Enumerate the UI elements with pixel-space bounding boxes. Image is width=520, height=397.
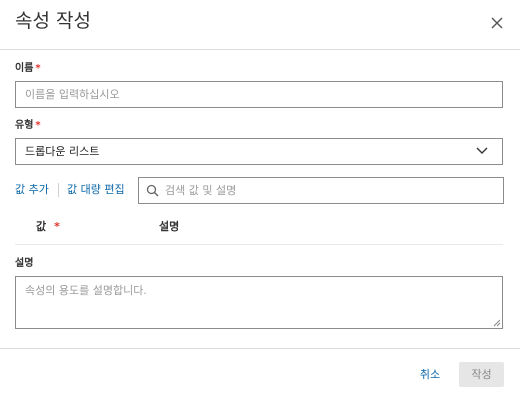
create-attribute-dialog: 속성 작성 이름 * 이름을 입력하십시오 유형 * 드롭다운 리스트 값 추가 값… bbox=[0, 0, 520, 397]
toolbar-divider bbox=[58, 183, 59, 197]
search-icon bbox=[146, 184, 159, 197]
type-select[interactable]: 드롭다운 리스트 bbox=[15, 138, 503, 165]
resize-grip-icon[interactable] bbox=[493, 319, 501, 327]
name-label: 이름 * bbox=[15, 62, 41, 76]
dialog-header: 속성 작성 bbox=[0, 0, 520, 50]
name-input[interactable]: 이름을 입력하십시오 bbox=[15, 81, 503, 108]
value-search-placeholder: 검색 값 및 설명 bbox=[165, 184, 237, 197]
column-header-value-text: 값 bbox=[36, 220, 47, 233]
value-search-input[interactable]: 검색 값 및 설명 bbox=[138, 177, 504, 204]
type-label-text: 유형 bbox=[15, 120, 34, 131]
add-value-link[interactable]: 값 추가 bbox=[15, 183, 49, 197]
description-textarea[interactable]: 속성의 용도를 설명합니다. bbox=[15, 276, 503, 329]
description-placeholder: 속성의 용도를 설명합니다. bbox=[25, 284, 147, 297]
chevron-down-icon bbox=[476, 147, 488, 154]
required-marker: * bbox=[35, 63, 41, 74]
name-label-text: 이름 bbox=[15, 63, 34, 74]
column-header-value: 값 * bbox=[36, 220, 60, 234]
required-marker: * bbox=[54, 220, 60, 233]
cancel-button[interactable]: 취소 bbox=[411, 362, 449, 387]
close-button[interactable] bbox=[488, 14, 506, 32]
name-input-placeholder: 이름을 입력하십시오 bbox=[25, 88, 120, 101]
close-icon bbox=[491, 17, 503, 29]
column-header-description: 설명 bbox=[159, 220, 180, 233]
bulk-edit-values-link[interactable]: 값 대량 편집 bbox=[67, 183, 125, 197]
footer-divider bbox=[0, 348, 520, 349]
required-marker: * bbox=[35, 120, 41, 131]
dialog-title: 속성 작성 bbox=[15, 10, 91, 32]
type-label: 유형 * bbox=[15, 119, 41, 133]
table-divider bbox=[15, 244, 503, 245]
description-label: 설명 bbox=[15, 258, 34, 269]
type-select-value: 드롭다운 리스트 bbox=[25, 145, 100, 158]
create-button[interactable]: 작성 bbox=[459, 362, 504, 387]
